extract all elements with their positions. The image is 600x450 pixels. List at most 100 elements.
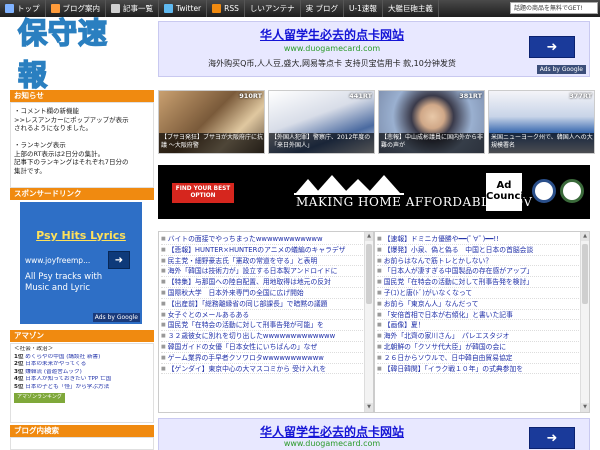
rt-count-badge: 381RT <box>459 92 482 100</box>
hud-seal-icon <box>560 179 584 203</box>
nav-item-antenna[interactable]: しいアンテナ <box>245 0 301 17</box>
thumb-caption[interactable]: 【ブサヨ発狂】ブサヨが大阪府庁に抗議 ～大阪府警 <box>159 133 264 153</box>
thumb-caption[interactable]: 【外国人犯罪】警察庁、2012年度の「来日外国人」 <box>269 133 374 153</box>
banner-ad[interactable]: FIND YOUR BEST OPTION MAKING HOME AFFORD… <box>158 165 590 219</box>
list-item[interactable]: 2位 日本の未来がやってくる <box>14 361 150 369</box>
section-heading: スポンサードリンク <box>10 188 154 200</box>
list-item[interactable]: 3位 嫌韓流 (晋遊舎ムック) <box>14 369 150 377</box>
list-item[interactable]: 【画像】夏！ <box>377 320 587 332</box>
ranking-thumb[interactable]: 377RT 米国ニューヨーク州で、韓国人への大規模署名 <box>488 90 595 154</box>
amazon-item-link[interactable]: 日本の子ども「怪」から学ぶ方法 <box>24 384 109 390</box>
list-item[interactable]: 海外「韓国は技術力が」設立する日本製アンドロイドに <box>161 266 371 278</box>
ad-title[interactable]: 华人留学生必去的点卡网站 <box>167 423 497 440</box>
bottom-ad[interactable]: 华人留学生必去的点卡网站 www.duogamecard.com ➜ <box>158 418 590 450</box>
list-item[interactable]: 「安倍首相で日本が右傾化」と書いた記事 <box>377 310 587 321</box>
notice-line: ・ランキング表示 <box>14 141 66 149</box>
ad-title[interactable]: 华人留学生必去的点卡网站 <box>167 26 497 43</box>
list-item[interactable]: 【悲報】HUNTER×HUNTERのアニメの蟻編のキャラデザ <box>161 245 371 256</box>
amazon-ranking-button[interactable]: アマゾンランキング <box>14 393 65 403</box>
blog-search-area[interactable] <box>10 437 154 450</box>
list-item[interactable]: 【爆発】小泉、偽と偽る 中国と日本の首脳会談 <box>377 245 587 256</box>
amazon-item-link[interactable]: 嫌韓流 (晋遊舎ムック) <box>24 369 82 375</box>
thumb-caption[interactable]: 米国ニューヨーク州で、韓国人への大規模署名 <box>489 133 594 153</box>
ad-url[interactable]: www.duogamecard.com <box>167 44 497 53</box>
list-item[interactable]: ２６日からソウルで、日中韓自由貿易協定 <box>377 353 587 364</box>
section-heading: お知らせ <box>10 90 154 102</box>
amazon-category: ＜社会・政治＞ <box>14 346 54 352</box>
list-item[interactable]: 5位 日本の子ども「怪」から学ぶ方法 <box>14 384 150 392</box>
nav-label: しいアンテナ <box>249 4 295 13</box>
list-item[interactable]: 女子ぐとのメールあるある <box>161 310 371 321</box>
amazon-item-link[interactable]: 日本の未来がやってくる <box>24 361 86 367</box>
list-item[interactable]: ３２歳彼女に別れを切り出したwwwwwwwwwwwww <box>161 331 371 342</box>
ads-by-google[interactable]: Ads by Google <box>536 65 586 74</box>
list-item[interactable]: 海外「北齊の家川さん」 パレエスタジオ <box>377 331 587 342</box>
list-item[interactable]: 国民党「在特会の活動に対して刑事告発が可能」を <box>161 320 371 332</box>
ad-arrow-button[interactable]: ➜ <box>529 427 575 449</box>
list-item[interactable]: 子(ｺ)と唐(ﾄﾞ)がいなくなって <box>377 288 587 299</box>
site-logo[interactable]: 保守速報 <box>17 15 136 93</box>
list-item[interactable]: ゲーム業界の手早者クソワロタwwwwwwwwwww <box>161 353 371 364</box>
list-item[interactable]: 【速報】ドミニカ優勝や━━(ﾟ∀ﾟ)━━!! <box>377 234 587 245</box>
nav-item-u1[interactable]: U-1速報 <box>344 0 383 17</box>
list-item[interactable]: 北朝鮮の「クソサ代大臣」が韓国の会に <box>377 342 587 353</box>
list-item[interactable]: 国民党「在特会の活動に対して刑事告発を検討」 <box>377 277 587 288</box>
find-option-button[interactable]: FIND YOUR BEST OPTION <box>172 183 234 203</box>
list-item[interactable]: お前らはなんで筋トレとかしない？ <box>377 256 587 267</box>
list-item[interactable]: 【出産前】「総務離縁省の同じ部課長」で暗黙の議題 <box>161 299 371 310</box>
sponsor-ad-title[interactable]: Psy Hits Lyrics <box>20 230 142 242</box>
nav-label: Twitter <box>176 4 202 13</box>
nav-item-blog[interactable]: 実 ブログ <box>301 0 344 17</box>
list-scrollbar[interactable]: ▲ ▼ <box>364 232 373 412</box>
notice-line <box>14 133 150 142</box>
nav-item-battleship[interactable]: 大艦巨砲主義 <box>383 0 439 17</box>
ads-by-google[interactable]: Ads by Google <box>92 313 140 322</box>
list-item[interactable]: 【韓日韓関】「イラク戦１０年」の式典参加を <box>377 364 587 375</box>
section-heading: アマゾン <box>10 330 154 342</box>
ad-arrow-button[interactable]: ➜ <box>529 36 575 58</box>
scroll-thumb[interactable] <box>582 244 588 304</box>
list-item[interactable]: 1位 めくらやの中国 (講談社 新書) <box>14 354 150 362</box>
top-ad[interactable]: 华人留学生必去的点卡网站 www.duogamecard.com 海外购买Q币,… <box>158 21 590 77</box>
thumb-caption[interactable]: 【悲報】中山成彬議員に国内外から非難の声が <box>379 133 484 153</box>
ranking-thumb[interactable]: 441RT 【外国人犯罪】警察庁、2012年度の「来日外国人」 <box>268 90 375 154</box>
ad-council-logo: Ad Council <box>486 173 527 211</box>
nav-notice[interactable]: 話題の商品を無料でGET! <box>510 2 598 14</box>
ranking-thumb[interactable]: 381RT 【悲報】中山成彬議員に国内外から非難の声が <box>378 90 485 154</box>
amazon-item-link[interactable]: 日本人が知っておきたい TPP 亡国 <box>24 376 111 382</box>
logo-text: 保守速報 <box>17 15 109 93</box>
list-item[interactable]: 【ゲンダイ】東京中心の大マスコミから 受け入れを <box>161 364 371 375</box>
list-item[interactable]: 国際秋大学 日本外来専門の全国に広げ開始 <box>161 288 371 299</box>
rank-label: 4位 <box>14 376 24 382</box>
list-item[interactable]: 4位 日本人が知っておきたい TPP 亡国 <box>14 376 150 384</box>
list-item[interactable]: 民主党・細野豪志氏「憲政の常道を守る」と表明 <box>161 256 371 267</box>
treasury-seal-icon <box>532 179 556 203</box>
ranking-thumb[interactable]: 910RT 【ブサヨ発狂】ブサヨが大阪府庁に抗議 ～大阪府警 <box>158 90 265 154</box>
twitter-icon <box>164 4 173 13</box>
list-item[interactable]: 韓国ガイドの女優「日本女性にいちばんの」なぜ <box>161 342 371 353</box>
sponsor-ad[interactable]: Psy Hits Lyrics www.joyfreemp... ➜ All P… <box>20 202 142 324</box>
nav-item-twitter[interactable]: Twitter <box>159 0 208 17</box>
sponsor-arrow-button[interactable]: ➜ <box>108 251 130 269</box>
scroll-up-icon[interactable]: ▲ <box>581 232 589 241</box>
list-item[interactable]: お前ら「東京ん人」なんだって <box>377 299 587 310</box>
arrow-right-icon: ➜ <box>114 254 124 266</box>
sidebar-sponsor-head: スポンサードリンク <box>10 188 154 200</box>
scroll-thumb[interactable] <box>366 244 372 304</box>
scroll-down-icon[interactable]: ▼ <box>365 403 373 412</box>
rt-count-badge: 441RT <box>349 92 372 100</box>
sponsor-ad-url[interactable]: www.joyfreemp... <box>25 256 90 265</box>
list-item[interactable]: バイトの面接でやっちまったwwwwwwwwwwww <box>161 234 371 245</box>
list-item[interactable]: 「日本人が凄すぎる中国製品の存在感がアップ」 <box>377 266 587 278</box>
list-item[interactable]: 【特集】与那国への陸自配置、用地取得は地元の反対 <box>161 277 371 288</box>
nav-item-rss[interactable]: RSS <box>207 0 245 17</box>
houses-icon <box>294 175 404 195</box>
scroll-up-icon[interactable]: ▲ <box>365 232 373 241</box>
amazon-item-link[interactable]: めくらやの中国 (講談社 新書) <box>24 354 100 360</box>
list-scrollbar[interactable]: ▲ ▼ <box>580 232 589 412</box>
headline-list-left: バイトの面接でやっちまったwwwwwwwwwwww 【悲報】HUNTER×HUN… <box>158 231 374 413</box>
rss-icon <box>212 4 222 13</box>
arrow-right-icon: ➜ <box>546 430 558 446</box>
ad-url[interactable]: www.duogamecard.com <box>167 439 497 448</box>
scroll-down-icon[interactable]: ▼ <box>581 403 589 412</box>
